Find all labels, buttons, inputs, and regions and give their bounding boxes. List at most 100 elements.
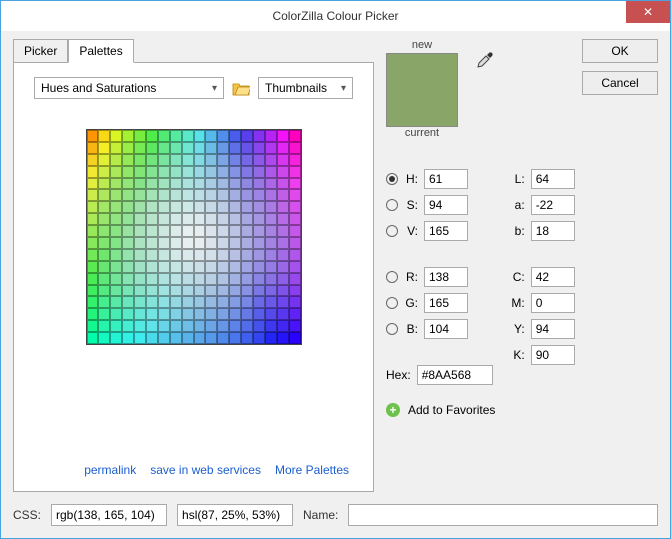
swatch-cell[interactable] xyxy=(241,201,253,213)
swatch-cell[interactable] xyxy=(170,320,182,332)
swatch-cell[interactable] xyxy=(289,166,301,178)
swatch-cell[interactable] xyxy=(110,296,122,308)
swatch-cell[interactable] xyxy=(110,273,122,285)
swatch-cell[interactable] xyxy=(205,273,217,285)
swatch-cell[interactable] xyxy=(205,249,217,261)
swatch-cell[interactable] xyxy=(241,273,253,285)
swatch-cell[interactable] xyxy=(87,213,99,225)
radio-r[interactable] xyxy=(386,271,398,283)
swatch-cell[interactable] xyxy=(229,178,241,190)
swatch-cell[interactable] xyxy=(122,237,134,249)
swatch-cell[interactable] xyxy=(170,273,182,285)
swatch-cell[interactable] xyxy=(134,273,146,285)
swatch-cell[interactable] xyxy=(122,332,134,344)
swatch-cell[interactable] xyxy=(265,225,277,237)
swatch-cell[interactable] xyxy=(98,261,110,273)
swatch-cell[interactable] xyxy=(122,320,134,332)
swatch-cell[interactable] xyxy=(265,154,277,166)
swatch-cell[interactable] xyxy=(134,166,146,178)
swatch-cell[interactable] xyxy=(194,332,206,344)
swatch-cell[interactable] xyxy=(158,320,170,332)
swatch-cell[interactable] xyxy=(217,285,229,297)
swatch-cell[interactable] xyxy=(217,296,229,308)
swatch-cell[interactable] xyxy=(182,225,194,237)
swatch-cell[interactable] xyxy=(265,308,277,320)
swatch-cell[interactable] xyxy=(205,296,217,308)
swatch-cell[interactable] xyxy=(277,154,289,166)
input-y[interactable] xyxy=(531,319,575,339)
swatch-cell[interactable] xyxy=(205,332,217,344)
swatch-cell[interactable] xyxy=(277,130,289,142)
swatch-cell[interactable] xyxy=(158,296,170,308)
swatch-cell[interactable] xyxy=(87,320,99,332)
add-to-favorites[interactable]: + Add to Favorites xyxy=(386,403,658,417)
input-k[interactable] xyxy=(531,345,575,365)
swatch-cell[interactable] xyxy=(241,225,253,237)
swatch-cell[interactable] xyxy=(241,237,253,249)
swatch-cell[interactable] xyxy=(229,308,241,320)
input-s[interactable] xyxy=(424,195,468,215)
swatch-cell[interactable] xyxy=(265,296,277,308)
swatch-cell[interactable] xyxy=(158,332,170,344)
swatch-cell[interactable] xyxy=(182,189,194,201)
name-input[interactable] xyxy=(348,504,658,526)
swatch-cell[interactable] xyxy=(122,178,134,190)
swatch-cell[interactable] xyxy=(182,213,194,225)
radio-h[interactable] xyxy=(386,173,398,185)
swatch-cell[interactable] xyxy=(217,178,229,190)
swatch-cell[interactable] xyxy=(87,332,99,344)
swatch-cell[interactable] xyxy=(229,249,241,261)
swatch-cell[interactable] xyxy=(98,237,110,249)
input-r[interactable] xyxy=(424,267,468,287)
swatch-cell[interactable] xyxy=(205,225,217,237)
ok-button[interactable]: OK xyxy=(582,39,658,63)
swatch-cell[interactable] xyxy=(205,166,217,178)
input-b[interactable] xyxy=(424,319,468,339)
swatch-cell[interactable] xyxy=(229,296,241,308)
swatch-cell[interactable] xyxy=(229,154,241,166)
cancel-button[interactable]: Cancel xyxy=(582,71,658,95)
swatch-cell[interactable] xyxy=(277,201,289,213)
swatch-cell[interactable] xyxy=(110,130,122,142)
swatch-cell[interactable] xyxy=(134,189,146,201)
swatch-cell[interactable] xyxy=(110,142,122,154)
input-h[interactable] xyxy=(424,169,468,189)
swatch-cell[interactable] xyxy=(265,332,277,344)
swatch-cell[interactable] xyxy=(205,130,217,142)
swatch-cell[interactable] xyxy=(122,249,134,261)
swatch-cell[interactable] xyxy=(87,249,99,261)
swatch-cell[interactable] xyxy=(146,178,158,190)
swatch-cell[interactable] xyxy=(265,201,277,213)
swatch-cell[interactable] xyxy=(277,142,289,154)
swatch-cell[interactable] xyxy=(110,261,122,273)
swatch-cell[interactable] xyxy=(170,130,182,142)
swatch-cell[interactable] xyxy=(87,225,99,237)
swatch-cell[interactable] xyxy=(277,249,289,261)
swatch-cell[interactable] xyxy=(122,225,134,237)
swatch-cell[interactable] xyxy=(134,296,146,308)
swatch-cell[interactable] xyxy=(229,130,241,142)
swatch-cell[interactable] xyxy=(253,332,265,344)
swatch-cell[interactable] xyxy=(182,130,194,142)
swatch-cell[interactable] xyxy=(241,332,253,344)
swatch-cell[interactable] xyxy=(265,320,277,332)
swatch-cell[interactable] xyxy=(253,189,265,201)
swatch-cell[interactable] xyxy=(146,130,158,142)
swatch-cell[interactable] xyxy=(146,189,158,201)
swatch-cell[interactable] xyxy=(229,285,241,297)
swatch-cell[interactable] xyxy=(122,308,134,320)
swatch-cell[interactable] xyxy=(110,308,122,320)
swatch-cell[interactable] xyxy=(277,320,289,332)
swatch-cell[interactable] xyxy=(134,332,146,344)
swatch-cell[interactable] xyxy=(241,249,253,261)
swatch-cell[interactable] xyxy=(87,154,99,166)
swatch-cell[interactable] xyxy=(98,201,110,213)
swatch-cell[interactable] xyxy=(98,308,110,320)
swatch-cell[interactable] xyxy=(253,237,265,249)
swatch-cell[interactable] xyxy=(182,273,194,285)
swatch-cell[interactable] xyxy=(241,166,253,178)
swatch-cell[interactable] xyxy=(289,178,301,190)
swatch-cell[interactable] xyxy=(205,320,217,332)
input-a[interactable] xyxy=(531,195,575,215)
swatch-cell[interactable] xyxy=(170,285,182,297)
